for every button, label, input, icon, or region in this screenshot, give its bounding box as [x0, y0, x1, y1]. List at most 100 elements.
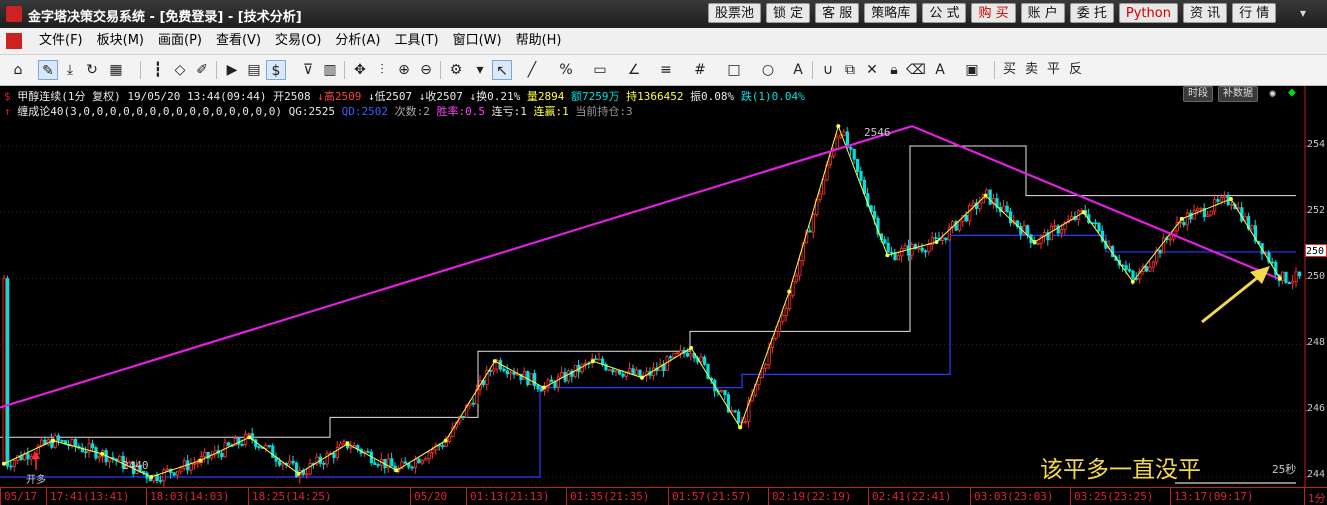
menu-item-7[interactable]: 窗口(W) [446, 28, 509, 54]
move-icon[interactable]: ✥ [350, 60, 370, 80]
y-axis-label: 250 [1307, 271, 1326, 282]
download-icon[interactable]: ⤓ [60, 60, 80, 80]
close-position-button[interactable]: 平 [1047, 60, 1060, 80]
time-axis-label: 02:41(22:41) [872, 490, 952, 503]
buy-button[interactable]: 买 [1003, 60, 1016, 80]
split-icon[interactable]: ⫶ [372, 60, 392, 80]
home-icon[interactable]: ⌂ [8, 60, 28, 80]
candle-body [1223, 195, 1227, 199]
fib-icon[interactable]: ≡ [656, 60, 676, 80]
sell-button[interactable]: 卖 [1025, 60, 1038, 80]
menu-item-0[interactable]: 文件(F) [32, 28, 90, 54]
menu-item-6[interactable]: 工具(T) [387, 28, 445, 54]
candle-body [883, 239, 887, 244]
circle-icon[interactable]: ○ [758, 60, 778, 80]
time-period-button[interactable]: 时段 [1183, 86, 1213, 102]
zigzag-vertex [1278, 276, 1282, 281]
refresh-icon[interactable]: ↻ [82, 60, 102, 80]
zoom-out-icon[interactable]: ⊖ [416, 60, 436, 80]
delete-icon[interactable]: ✕ [862, 60, 882, 80]
candle-body [852, 148, 856, 160]
top-button-8[interactable]: Python [1118, 3, 1178, 23]
time-axis-divider [970, 488, 971, 505]
candle-body [1026, 225, 1030, 236]
price-chart[interactable] [0, 86, 1327, 487]
candle-body [447, 435, 452, 442]
candle-body [1148, 266, 1152, 272]
candle-body [277, 460, 282, 466]
document-icon[interactable]: ▤ [244, 60, 264, 80]
candle-body [74, 438, 78, 447]
cursor-icon[interactable]: ↖ [492, 60, 512, 80]
top-button-7[interactable]: 委 托 [1069, 3, 1114, 23]
time-axis-divider [248, 488, 249, 505]
magnet-icon[interactable]: ∪ [818, 60, 838, 80]
top-button-2[interactable]: 客 服 [815, 3, 860, 23]
menu-item-3[interactable]: 查看(V) [209, 28, 268, 54]
indicator-name[interactable]: 缠成论40(3,0,0,0,0,0,0,0,0,0,0,0,0,0,0,0) [17, 105, 282, 118]
fill-data-button[interactable]: 补数据 [1218, 86, 1258, 102]
sun-icon[interactable]: ✺ [1269, 86, 1276, 100]
dollar-icon[interactable]: $ [266, 60, 286, 80]
ruler-icon[interactable]: ▭ [590, 60, 610, 80]
settings-icon[interactable]: ⚙ [446, 60, 466, 80]
top-button-4[interactable]: 公 式 [922, 3, 967, 23]
menu-item-1[interactable]: 板块(M) [90, 28, 151, 54]
top-button-0[interactable]: 股票池 [708, 3, 762, 23]
candle-body [777, 320, 782, 332]
filter-icon[interactable]: ⊽ [298, 60, 318, 80]
reverse-button[interactable]: 反 [1069, 60, 1082, 80]
candle-body [1168, 238, 1172, 241]
peak-label: 2546 [864, 126, 891, 139]
top-button-10[interactable]: 行 情 [1232, 3, 1277, 23]
lock-icon[interactable]: 🔒︎ [884, 60, 904, 80]
time-axis-label: 1分 [1308, 492, 1326, 505]
trash-icon[interactable]: ⌫ [906, 60, 926, 80]
pencil-icon[interactable]: ✎ [38, 60, 58, 80]
candle-body [1294, 271, 1298, 282]
candle-body [26, 453, 30, 460]
edit-icon[interactable]: ✐ [192, 60, 212, 80]
angle-icon[interactable]: ∠ [624, 60, 644, 80]
top-button-5[interactable]: 购 买 [971, 3, 1016, 23]
menu-item-5[interactable]: 分析(A) [328, 28, 387, 54]
zoom-in-icon[interactable]: ⊕ [394, 60, 414, 80]
candlestick-icon[interactable]: ┇ [148, 60, 168, 80]
menu-item-2[interactable]: 画面(P) [151, 28, 209, 54]
candle-body [686, 352, 690, 357]
play-icon[interactable]: ▶ [222, 60, 242, 80]
candle-body [1097, 222, 1101, 232]
app-menu-icon[interactable] [6, 33, 22, 49]
text-tool-icon[interactable]: A [788, 60, 808, 80]
copy-icon[interactable]: ⧉ [840, 60, 860, 80]
candle-body [240, 443, 244, 446]
menu-arrow-icon[interactable]: ▾ [1300, 6, 1306, 20]
chart-area[interactable]: $ 甲醇连续(1分 复权) 19/05/20 13:44(09:44) 开250… [0, 85, 1327, 505]
diamond-icon[interactable]: ◇ [170, 60, 190, 80]
chart-type-icon[interactable]: ▥ [320, 60, 340, 80]
toolbar-separator [344, 61, 345, 79]
indicator-line: ↑ 缠成论40(3,0,0,0,0,0,0,0,0,0,0,0,0,0,0,0)… [4, 103, 633, 119]
top-button-1[interactable]: 锁 定 [766, 3, 811, 23]
menu-item-8[interactable]: 帮助(H) [509, 28, 569, 54]
menu-item-4[interactable]: 交易(O) [268, 28, 328, 54]
top-button-3[interactable]: 策略库 [864, 3, 918, 23]
top-button-6[interactable]: 账 户 [1020, 3, 1065, 23]
open-long-label: 开多 [26, 475, 46, 486]
toolbar-separator [216, 61, 217, 79]
font-color-icon[interactable]: A [930, 60, 950, 80]
line-tool-icon[interactable]: ╱ [522, 60, 542, 80]
candle-body [1236, 207, 1240, 210]
save-icon[interactable]: ▣ [962, 60, 982, 80]
candle-body [818, 193, 822, 200]
candle-body [618, 370, 622, 375]
candle-body [907, 245, 911, 256]
percent-icon[interactable]: % [556, 60, 576, 80]
datetime-label: 19/05/20 13:44(09:44) [127, 90, 267, 103]
hash-icon[interactable]: # [690, 60, 710, 80]
time-axis-label: 02:19(22:19) [772, 490, 852, 503]
rectangle-icon[interactable]: □ [724, 60, 744, 80]
top-button-9[interactable]: 资 讯 [1182, 3, 1228, 23]
dropdown-icon[interactable]: ▾ [470, 60, 490, 80]
grid-layout-icon[interactable]: ▦ [106, 60, 126, 80]
